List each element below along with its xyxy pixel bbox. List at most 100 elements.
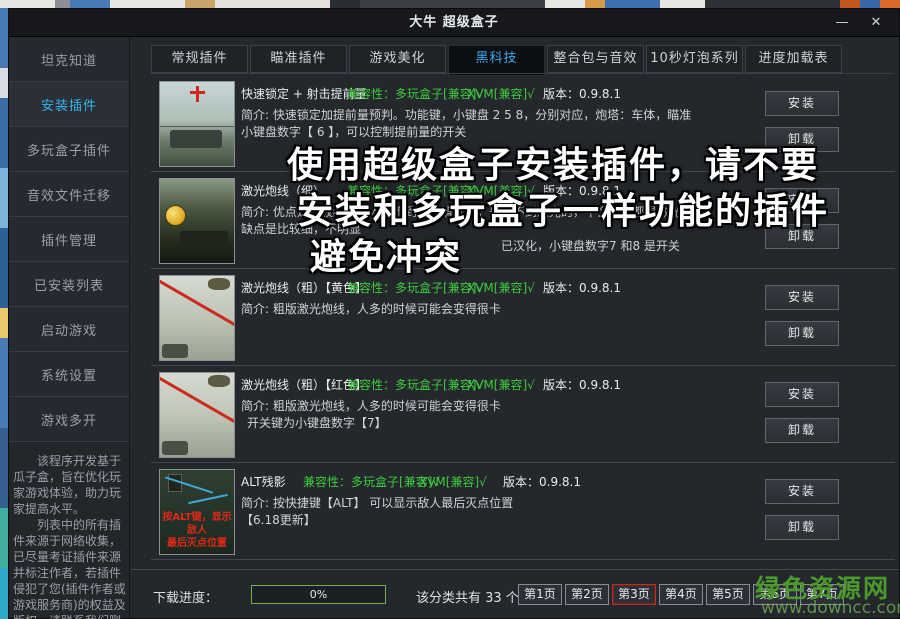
bush [208, 278, 230, 290]
yellow-badge-icon [165, 205, 186, 226]
screen: 大牛 超级盒子 — ✕ 坦克知道 安装插件 多玩盒子插件 音效文件迁移 插件管理… [0, 0, 900, 619]
disclaimer-paragraph: 该程序开发基于瓜子盒，旨在优化玩家游戏体验，助力玩家提高水平。 [13, 453, 127, 517]
plugin-description: 简介: 粗版激光炮线，人多的时候可能会变得很卡 [241, 301, 501, 318]
page-button-3[interactable]: 第3页 [612, 584, 656, 605]
sidebar-item-plugin-manage[interactable]: 插件管理 [9, 217, 129, 262]
compat-xvm-label: XVM[兼容]√ [467, 376, 535, 393]
sidebar-item-install-plugins[interactable]: 安装插件 [9, 82, 129, 127]
version-label: 版本：0.9.8.1 [503, 473, 581, 490]
plugin-thumbnail [159, 372, 235, 458]
plugin-row-laser-thin: 激光炮线（细） 兼容性：多玩盒子[兼容]√ XVM[兼容]√ 版本：0.9.8.… [151, 172, 895, 269]
plugin-list: 快速锁定 + 射击提前量 兼容性：多玩盒子[兼容]√ XVM[兼容]√ 版本：0… [151, 75, 895, 560]
download-progress-bar: 0% [251, 585, 386, 604]
plugin-row-alt-ghost: 按ALT键，显示敌人 最后灭点位置 ALT残影 兼容性：多玩盒子[兼容]√ XV… [151, 463, 895, 560]
tank-silhouette [162, 441, 188, 455]
page-button-2[interactable]: 第2页 [565, 584, 609, 605]
compat-xvm-label: XVM[兼容]√ [467, 279, 535, 296]
version-value: 0.9.8.1 [579, 87, 621, 101]
desc-line: 简介: 粗版激光炮线，人多的时候可能会变得很卡 [241, 301, 501, 318]
page-button-6[interactable]: 第6页 [753, 584, 797, 605]
plugin-description: 简介: 粗版激光炮线，人多的时候可能会变得很卡 开关键为小键盘数字【7】 [241, 398, 501, 432]
sidebar-item-duowan-box-plugins[interactable]: 多玩盒子插件 [9, 127, 129, 172]
version-label: 版本：0.9.8.1 [543, 182, 621, 199]
uninstall-button[interactable]: 卸载 [765, 224, 839, 249]
tab-game-beautify[interactable]: 游戏美化 [349, 45, 446, 73]
version-value: 0.9.8.1 [539, 475, 581, 489]
tab-black-tech[interactable]: 黑科技 [448, 45, 545, 76]
compat-prefix: 兼容性： [347, 378, 395, 392]
tab-sixth-sense-series[interactable]: 10秒灯泡系列 [646, 45, 743, 73]
sidebar-item-system-settings[interactable]: 系统设置 [9, 352, 129, 397]
tab-divider [151, 73, 893, 74]
download-progress-label: 下载进度： [153, 587, 218, 606]
tank-silhouette [162, 344, 188, 358]
desc-line: 简介: 粗版激光炮线，人多的时候可能会变得很卡 [241, 398, 501, 415]
plugin-thumbnail [159, 178, 235, 264]
desc-line: 缺点是比较细，不明显 [241, 221, 681, 238]
aim-line [160, 126, 234, 127]
version-label: 版本：0.9.8.1 [543, 279, 621, 296]
app-window: 大牛 超级盒子 — ✕ 坦克知道 安装插件 多玩盒子插件 音效文件迁移 插件管理… [8, 8, 900, 619]
sidebar-item-launch-game[interactable]: 启动游戏 [9, 307, 129, 352]
tab-regular-plugins[interactable]: 常规插件 [151, 45, 248, 73]
page-button-7[interactable]: 第7页 [800, 584, 844, 605]
compat-prefix: 兼容性： [347, 281, 395, 295]
desktop-left-sliver [0, 8, 8, 619]
sidebar-item-sound-file-migrate[interactable]: 音效文件迁移 [9, 172, 129, 217]
caption-line: 最后灭点位置 [160, 537, 234, 550]
sidebar-item-multi-open[interactable]: 游戏多开 [9, 397, 129, 442]
desc-line: 已汉化，小键盘数字7 和8 是开关 [501, 238, 681, 255]
close-button[interactable]: ✕ [863, 13, 889, 33]
version-prefix: 版本： [503, 475, 539, 489]
plugin-row-quick-lock: 快速锁定 + 射击提前量 兼容性：多玩盒子[兼容]√ XVM[兼容]√ 版本：0… [151, 75, 895, 172]
uninstall-button[interactable]: 卸载 [765, 321, 839, 346]
blue-path-line [188, 494, 228, 504]
version-value: 0.9.8.1 [579, 378, 621, 392]
uninstall-button[interactable]: 卸载 [765, 418, 839, 443]
progress-value: 0% [252, 586, 385, 603]
tab-aim-plugins[interactable]: 瞄准插件 [250, 45, 347, 73]
minimize-button[interactable]: — [829, 13, 855, 33]
tank-silhouette [180, 231, 228, 247]
install-button[interactable]: 安装 [765, 479, 839, 504]
tab-packs-and-sound[interactable]: 整合包与音效 [547, 45, 644, 73]
version-prefix: 版本： [543, 378, 579, 392]
version-prefix: 版本： [543, 184, 579, 198]
install-button[interactable]: 安装 [765, 91, 839, 116]
page-button-5[interactable]: 第5页 [706, 584, 750, 605]
install-button[interactable]: 安装 [765, 285, 839, 310]
plugin-description: 简介: 按快捷键【ALT】 可以显示敌人最后灭点位置 【6.18更新】 [241, 495, 513, 529]
window-title: 大牛 超级盒子 [9, 9, 899, 37]
install-button[interactable]: 安装 [765, 382, 839, 407]
install-button[interactable]: 安装 [765, 188, 839, 213]
version-prefix: 版本： [543, 87, 579, 101]
plugin-description: 简介: 快速锁定加提前量预判。功能键，小键盘 2 5 8，分别对应，炮塔：车体，… [241, 107, 691, 141]
plugin-thumbnail [159, 81, 235, 167]
plugin-title: ALT残影 [241, 473, 286, 490]
plugin-title: 激光炮线（细） [241, 182, 325, 199]
compat-xvm-label: XVM[兼容]√ [467, 182, 535, 199]
uninstall-button[interactable]: 卸载 [765, 127, 839, 152]
compat-xvm-label: XVM[兼容]√ [467, 85, 535, 102]
footer-divider [131, 569, 899, 570]
red-marker-icon [190, 91, 205, 94]
uninstall-button[interactable]: 卸载 [765, 515, 839, 540]
version-label: 版本：0.9.8.1 [543, 376, 621, 393]
sidebar-item-tank-knows[interactable]: 坦克知道 [9, 37, 129, 82]
version-label: 版本：0.9.8.1 [543, 85, 621, 102]
thumbnail-caption: 按ALT键，显示敌人 最后灭点位置 [160, 511, 234, 550]
tab-bar: 常规插件 瞄准插件 游戏美化 黑科技 整合包与音效 10秒灯泡系列 进度加载表 [151, 45, 893, 74]
red-marker-icon [196, 86, 199, 102]
bush [208, 375, 230, 387]
compat-box-label: 兼容性：多玩盒子[兼容]√ [347, 376, 484, 393]
plugin-thumbnail [159, 275, 235, 361]
page-button-1[interactable]: 第1页 [518, 584, 562, 605]
sidebar-item-installed-list[interactable]: 已安装列表 [9, 262, 129, 307]
tab-loading-progress[interactable]: 进度加载表 [745, 45, 842, 73]
title-bar: 大牛 超级盒子 — ✕ [9, 9, 899, 37]
desc-line: 小键盘数字【 6 】，可以控制提前量的开关 [241, 124, 691, 141]
compat-box-label: 兼容性：多玩盒子[兼容]√ [347, 279, 484, 296]
disclaimer-text: 该程序开发基于瓜子盒，旨在优化玩家游戏体验，助力玩家提高水平。 列表中的所有插件… [13, 453, 127, 619]
desktop-top-sliver [0, 0, 900, 8]
page-button-4[interactable]: 第4页 [659, 584, 703, 605]
